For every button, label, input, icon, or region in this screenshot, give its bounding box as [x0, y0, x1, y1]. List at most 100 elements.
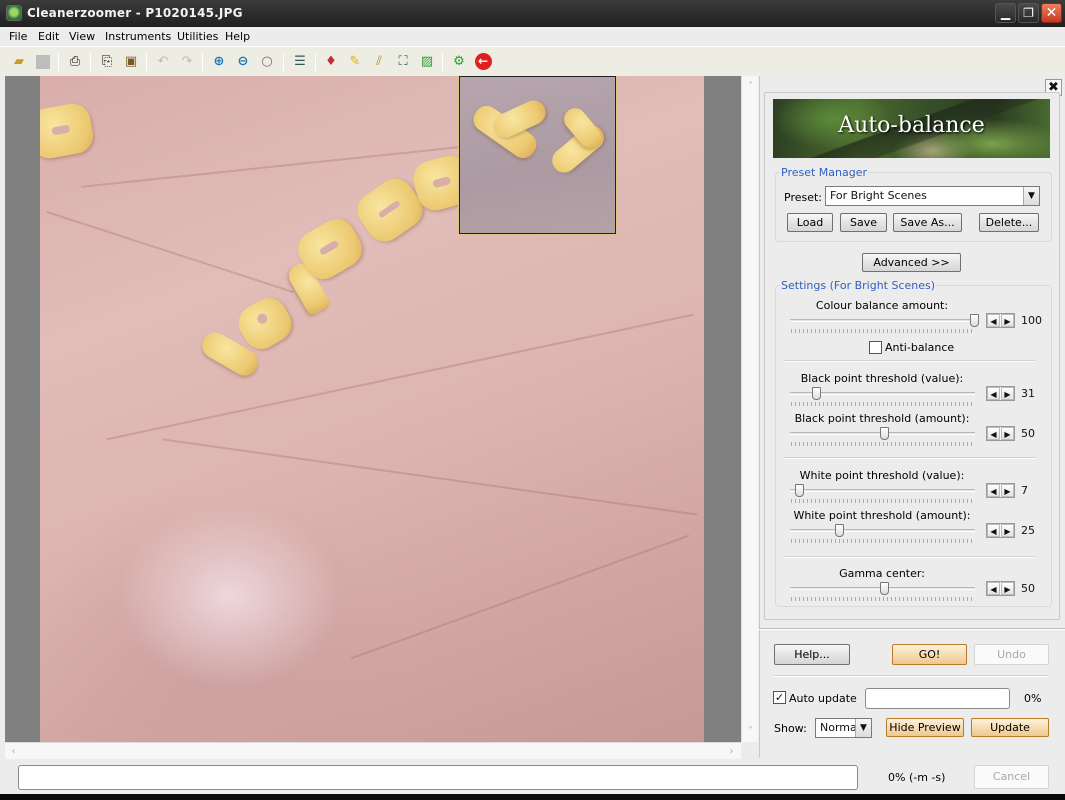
preset-select[interactable]: For Bright Scenes ▼ [825, 186, 1040, 206]
slider-label: Black point threshold (amount): [794, 412, 970, 425]
slider-thumb[interactable] [794, 484, 804, 497]
status-progress-text: 0% (-m -s) [888, 771, 946, 784]
step-right-icon[interactable]: ▶ [1001, 427, 1014, 440]
settings-label: Settings (For Bright Scenes) [780, 279, 937, 292]
delete-button[interactable]: Delete... [979, 213, 1039, 232]
zoom-icon: ○ [261, 54, 273, 69]
slider-track[interactable] [790, 489, 975, 492]
levels-icon: ☰ [294, 54, 306, 69]
slider-thumb[interactable] [811, 387, 821, 400]
panel-progress-bar [865, 688, 1010, 709]
restore-icon: ❐ [1023, 6, 1034, 20]
chevron-down-icon[interactable]: ▼ [1023, 187, 1039, 205]
menu-help[interactable]: Help [225, 30, 250, 43]
menu-bar: File Edit View Instruments Utilities Hel… [0, 27, 1065, 47]
step-left-icon[interactable]: ◀ [987, 427, 1000, 440]
panel-title: Auto-balance [838, 113, 985, 138]
show-select[interactable]: Normal ▼ [815, 718, 872, 738]
slider-thumb[interactable] [835, 524, 844, 537]
help-button[interactable]: Help... [774, 644, 850, 665]
step-left-icon[interactable]: ◀ [987, 524, 1000, 537]
settings-group [775, 285, 1052, 607]
save-preset-button[interactable]: Save [840, 213, 887, 232]
advanced-button[interactable]: Advanced >> [862, 253, 961, 272]
image-view-button[interactable]: ▨ [417, 52, 437, 72]
slider-thumb[interactable] [970, 314, 979, 327]
scroll-left-icon[interactable]: ‹ [6, 744, 21, 759]
print-button[interactable]: ⎙ [65, 52, 85, 72]
color-drop-button[interactable]: ♦ [321, 52, 341, 72]
scroll-up-icon[interactable]: ˄ [743, 79, 758, 94]
show-select-value: Normal [820, 721, 860, 734]
auto-update-checkbox[interactable]: ✓ [773, 691, 786, 704]
divider [783, 556, 1035, 558]
slider-value: 31 [1021, 387, 1035, 400]
step-right-icon[interactable]: ▶ [1001, 582, 1014, 595]
undo-button[interactable]: Undo [974, 644, 1049, 665]
slider-label: Gamma center: [839, 567, 925, 580]
menu-instruments[interactable]: Instruments [105, 30, 171, 43]
save-as-button[interactable]: Save As... [893, 213, 962, 232]
slider-thumb[interactable] [880, 427, 889, 440]
anti-balance-checkbox[interactable] [869, 341, 882, 354]
vertical-scrollbar[interactable]: ˄ ˅ [741, 76, 758, 742]
step-right-icon[interactable]: ▶ [1001, 387, 1014, 400]
step-left-icon[interactable]: ◀ [987, 314, 1000, 327]
step-right-icon[interactable]: ▶ [1001, 314, 1014, 327]
gears-button[interactable]: ⚙ [449, 52, 469, 72]
divider [783, 457, 1035, 459]
zoom-out-button[interactable]: ⊖ [233, 52, 253, 72]
slider-ticks [791, 402, 975, 406]
menu-utilities[interactable]: Utilities [177, 30, 218, 43]
slider-stepper[interactable]: ◀ ▶ [986, 483, 1015, 498]
slider-stepper[interactable]: ◀ ▶ [986, 426, 1015, 441]
undo-button[interactable]: ↶ [153, 52, 173, 72]
copy-button[interactable]: ⎘ [97, 52, 117, 72]
chevron-down-icon[interactable]: ▼ [855, 719, 871, 737]
slider-stepper[interactable]: ◀ ▶ [986, 313, 1015, 328]
horizontal-scrollbar[interactable]: ‹ › [5, 742, 741, 759]
restore-button[interactable]: ❐ [1018, 3, 1039, 23]
update-button[interactable]: Update [971, 718, 1049, 737]
menu-edit[interactable]: Edit [38, 30, 59, 43]
zoom-in-button[interactable]: ⊕ [209, 52, 229, 72]
zoom-preview-frame[interactable] [458, 76, 617, 235]
slider-track[interactable] [790, 529, 975, 532]
close-button[interactable]: ✕ [1041, 3, 1062, 23]
slider-track[interactable] [790, 319, 975, 322]
sharpen-button[interactable]: ⫽ [369, 52, 389, 72]
brush-clean-button[interactable]: ✎ [345, 52, 365, 72]
zoom-button[interactable]: ○ [257, 52, 277, 72]
slider-stepper[interactable]: ◀ ▶ [986, 386, 1015, 401]
step-left-icon[interactable]: ◀ [987, 582, 1000, 595]
menu-file[interactable]: File [9, 30, 27, 43]
step-left-icon[interactable]: ◀ [987, 387, 1000, 400]
slider-label: Black point threshold (value): [800, 372, 964, 385]
scroll-down-icon[interactable]: ˅ [743, 724, 758, 739]
fit-screen-button[interactable]: ⛶ [393, 52, 413, 72]
redo-button[interactable]: ↷ [177, 52, 197, 72]
paste-button[interactable]: ▣ [121, 52, 141, 72]
menu-view[interactable]: View [69, 30, 95, 43]
slider-value: 50 [1021, 427, 1035, 440]
image-canvas[interactable] [5, 76, 741, 742]
load-button[interactable]: Load [787, 213, 833, 232]
slider-stepper[interactable]: ◀ ▶ [986, 523, 1015, 538]
go-button[interactable]: GO! [892, 644, 967, 665]
step-right-icon[interactable]: ▶ [1001, 484, 1014, 497]
minimize-button[interactable]: ▁ [995, 3, 1016, 23]
redo-icon: ↷ [181, 54, 193, 69]
open-folder-button[interactable]: ▰ [9, 52, 29, 72]
cancel-button[interactable]: Cancel [974, 765, 1049, 789]
step-left-icon[interactable]: ◀ [987, 484, 1000, 497]
levels-button[interactable]: ☰ [290, 52, 310, 72]
show-label: Show: [774, 722, 807, 735]
save-button[interactable] [33, 52, 53, 72]
scroll-right-icon[interactable]: › [724, 744, 739, 759]
hide-preview-button[interactable]: Hide Preview [886, 718, 964, 737]
divider [759, 628, 1065, 630]
slider-thumb[interactable] [880, 582, 889, 595]
slider-stepper[interactable]: ◀ ▶ [986, 581, 1015, 596]
back-button[interactable]: ← [473, 52, 493, 72]
step-right-icon[interactable]: ▶ [1001, 524, 1014, 537]
